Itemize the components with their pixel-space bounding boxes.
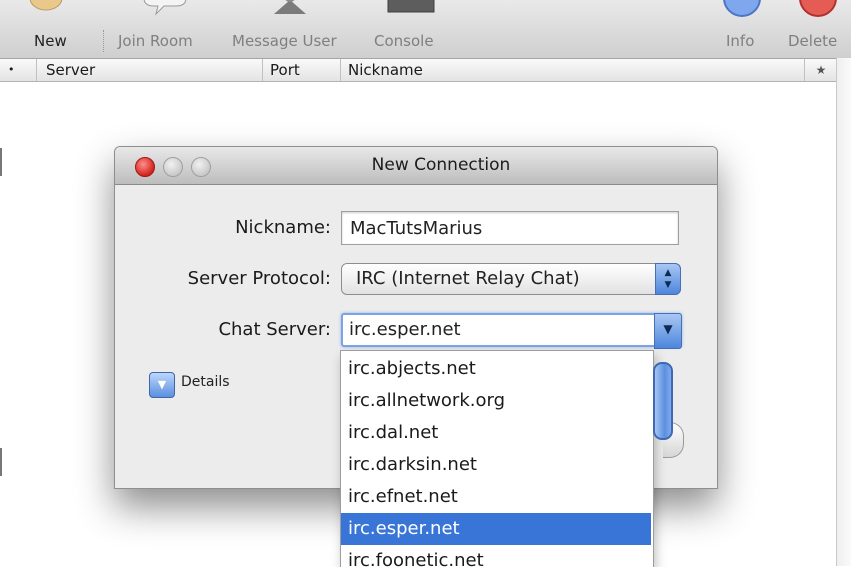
info-label: Info [726,32,755,50]
dropdown-scrollbar-thumb[interactable] [653,362,673,440]
chat-server-label: Chat Server: [218,319,331,340]
console-button[interactable]: Console [374,0,454,58]
delete-icon [799,0,837,17]
status-column-header[interactable]: • [8,59,32,81]
nickname-field[interactable]: MacTutsMarius [341,211,679,245]
table-scrollbar[interactable] [836,58,851,566]
favorite-column-header[interactable]: ★ [804,59,837,81]
list-item-selected[interactable]: irc.esper.net [341,513,651,545]
join-room-button[interactable]: Join Room [118,0,218,58]
info-icon [723,0,761,17]
details-label: Details [181,374,230,390]
server-protocol-value: IRC (Internet Relay Chat) [356,268,580,289]
chat-server-dropdown-list: irc.abjects.net irc.allnetwork.org irc.d… [340,350,654,567]
server-protocol-select[interactable]: IRC (Internet Relay Chat) ▲ ▼ [341,263,681,295]
new-label: New [34,32,67,50]
user-icon [274,0,306,14]
triangle-down-icon: ▼ [157,378,167,391]
new-button[interactable]: New [22,0,72,58]
message-user-button[interactable]: Message User [232,0,356,58]
main-toolbar: New Join Room Message User Console Info [0,0,851,59]
info-button[interactable]: Info [722,0,766,58]
toolbar-separator [103,30,105,52]
nickname-column-header[interactable]: Nickname [340,59,802,81]
window-edge-mark [0,448,2,476]
chat-server-value: irc.esper.net [349,319,461,340]
delete-button[interactable]: Delete [786,0,846,58]
server-protocol-label: Server Protocol: [187,268,331,289]
speech-bubble-icon [143,0,187,16]
window-edge-mark [0,148,2,176]
list-item[interactable]: irc.allnetwork.org [341,385,651,417]
console-label: Console [374,32,434,50]
chevron-down-icon[interactable]: ▼ [654,313,682,349]
connections-table-header: • Server Port Nickname ★ [0,59,836,82]
join-room-label: Join Room [118,32,193,50]
delete-label: Delete [788,32,838,50]
list-item[interactable]: irc.foonetic.net [341,545,651,567]
dialog-title: New Connection [371,155,511,175]
port-column-header[interactable]: Port [262,59,338,81]
list-item[interactable]: irc.abjects.net [341,353,651,385]
chat-server-combobox[interactable]: irc.esper.net ▼ [341,313,682,349]
server-column-header[interactable]: Server [36,59,256,81]
list-item[interactable]: irc.darksin.net [341,449,651,481]
nickname-label: Nickname: [235,217,331,238]
details-disclosure-button[interactable]: ▼ [149,372,175,398]
console-icon [387,0,435,13]
new-icon [29,0,63,11]
dialog-titlebar[interactable]: New Connection [115,147,717,185]
message-user-label: Message User [232,32,337,50]
list-item[interactable]: irc.efnet.net [341,481,651,513]
updown-arrows-icon: ▲ ▼ [655,263,681,295]
list-item[interactable]: irc.dal.net [341,417,651,449]
